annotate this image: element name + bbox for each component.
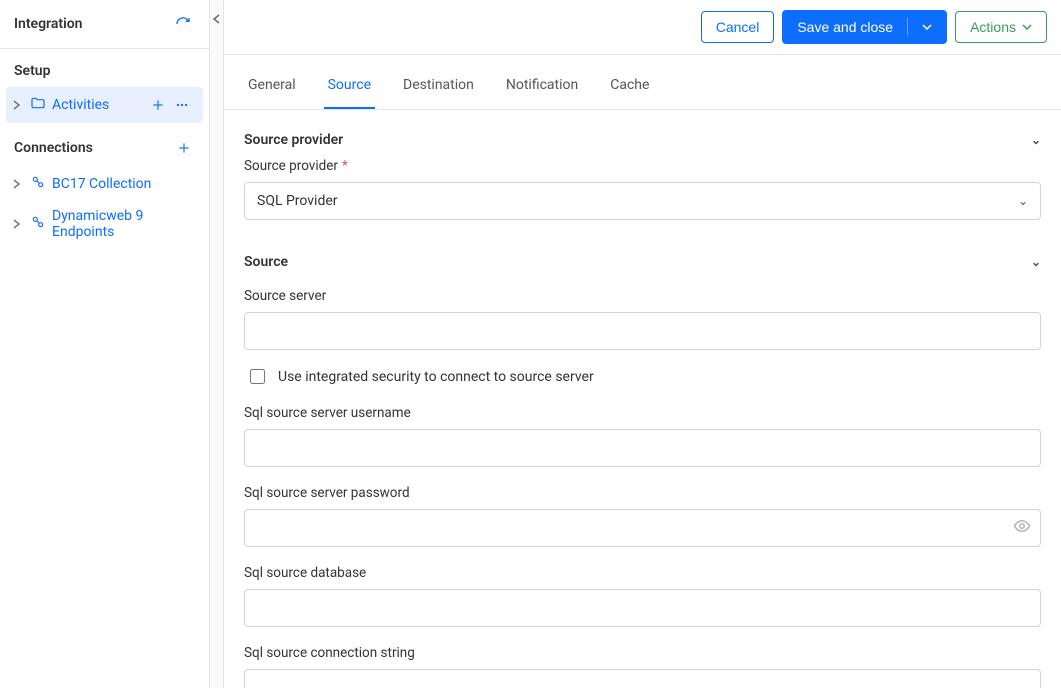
sidebar-item-bc17[interactable]: BC17 Collection <box>0 167 209 201</box>
sql-connstr-label: Sql source connection string <box>244 645 1041 661</box>
section-source-provider[interactable]: Source provider ⌄ <box>244 132 1041 148</box>
setup-section-label: Setup <box>14 63 50 79</box>
sql-username-label: Sql source server username <box>244 405 1041 421</box>
more-activities-button[interactable] <box>171 94 193 116</box>
connections-section-title: Connections <box>0 123 209 167</box>
plus-icon <box>151 98 165 112</box>
sidebar: Integration Setup Activities <box>0 0 210 688</box>
source-provider-select[interactable]: SQL Provider ⌄ <box>244 182 1041 220</box>
tab-cache[interactable]: Cache <box>606 63 653 109</box>
chevron-right-icon <box>10 219 24 229</box>
tab-source[interactable]: Source <box>324 63 375 109</box>
section-source[interactable]: Source ⌄ <box>244 254 1041 270</box>
tab-general[interactable]: General <box>244 63 300 109</box>
caret-down-icon <box>1022 24 1032 30</box>
sql-password-label: Sql source server password <box>244 485 1041 501</box>
source-provider-field-label: Source provider* <box>244 158 1041 174</box>
sql-database-input[interactable] <box>244 589 1041 627</box>
connection-icon <box>30 174 46 194</box>
plus-icon <box>177 141 191 155</box>
content: Source provider ⌄ Source provider* SQL P… <box>224 110 1061 688</box>
cancel-button[interactable]: Cancel <box>701 11 775 43</box>
actions-label: Actions <box>970 19 1016 35</box>
sql-password-input[interactable] <box>244 509 1041 547</box>
sql-username-input[interactable] <box>244 429 1041 467</box>
topbar: Cancel Save and close Actions <box>224 0 1061 55</box>
sidebar-collapse-handle[interactable] <box>210 0 224 688</box>
setup-section-title: Setup <box>0 49 209 87</box>
main: Cancel Save and close Actions General So… <box>224 0 1061 688</box>
actions-button[interactable]: Actions <box>955 11 1047 43</box>
save-and-close-button[interactable]: Save and close <box>782 10 947 44</box>
folder-icon <box>30 95 46 115</box>
connection-icon <box>30 214 46 234</box>
caret-down-icon <box>922 24 932 30</box>
sidebar-item-label: Activities <box>52 97 141 113</box>
refresh-button[interactable] <box>171 12 195 36</box>
tab-notification[interactable]: Notification <box>502 63 582 109</box>
eye-icon[interactable] <box>1013 517 1031 539</box>
integrated-security-checkbox-row[interactable]: Use integrated security to connect to so… <box>246 366 1041 387</box>
add-activity-button[interactable] <box>147 94 169 116</box>
section-source-label: Source <box>244 254 288 270</box>
sidebar-item-label: BC17 Collection <box>52 176 199 192</box>
integrated-security-label: Use integrated security to connect to so… <box>278 369 594 385</box>
section-source-provider-label: Source provider <box>244 132 343 148</box>
save-close-label: Save and close <box>797 19 893 35</box>
source-provider-value: SQL Provider <box>257 193 338 209</box>
source-server-input[interactable] <box>244 312 1041 350</box>
refresh-icon <box>175 16 191 32</box>
split-divider <box>907 18 908 36</box>
chevron-down-icon: ⌄ <box>1031 133 1041 147</box>
connections-section-label: Connections <box>14 140 93 156</box>
sidebar-item-activities[interactable]: Activities <box>6 87 203 123</box>
chevron-right-icon <box>10 179 24 189</box>
sql-database-label: Sql source database <box>244 565 1041 581</box>
tab-destination[interactable]: Destination <box>399 63 478 109</box>
chevron-down-icon: ⌄ <box>1031 255 1041 269</box>
more-icon <box>175 98 189 112</box>
tabs: General Source Destination Notification … <box>224 63 1061 110</box>
chevron-left-icon <box>213 14 221 24</box>
sidebar-title: Integration <box>14 16 82 32</box>
chevron-right-icon <box>10 100 24 110</box>
source-server-label: Source server <box>244 288 1041 304</box>
sidebar-item-dw9[interactable]: Dynamicweb 9 Endpoints <box>0 201 209 247</box>
integrated-security-checkbox[interactable] <box>250 369 265 384</box>
add-connection-button[interactable] <box>173 137 195 159</box>
sidebar-item-label: Dynamicweb 9 Endpoints <box>52 208 199 240</box>
sql-connstr-input[interactable] <box>244 669 1041 688</box>
sidebar-header: Integration <box>0 0 209 49</box>
chevron-down-icon: ⌄ <box>1018 194 1028 208</box>
